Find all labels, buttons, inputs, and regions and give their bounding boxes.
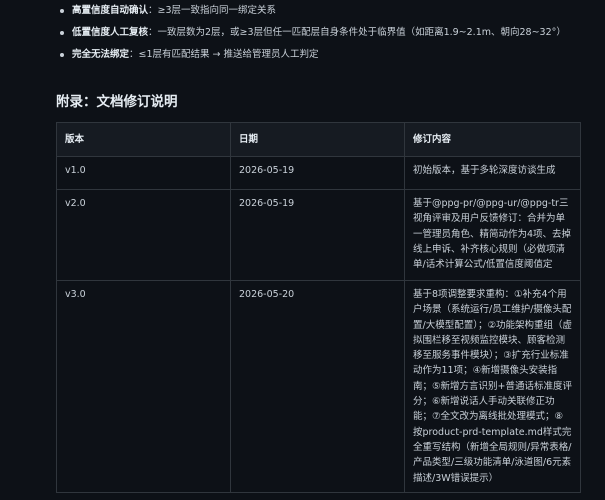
cell-text: 基于@ppg-pr/@ppg-ur/@ppg-tr三视角评审及用户反馈修订：合并… <box>413 198 572 271</box>
table-row: v3.0 2026-05-20 基于8项调整要求重构：①补充4个用户场景（系统运… <box>56 280 581 493</box>
header-content: 修订内容 <box>404 122 581 157</box>
header-date: 日期 <box>230 122 405 157</box>
bullet-dot <box>60 53 64 57</box>
cell-text: 2026-05-19 <box>239 165 295 176</box>
appendix-title: 附录：文档修订说明 <box>56 94 178 110</box>
cell-text: v1.0 <box>65 165 86 176</box>
revision-table: 版本 日期 修订内容 v1.0 2026-05-19 初始版本，基于多轮深度访谈… <box>56 122 581 493</box>
cell-version: v1.0 <box>56 156 231 190</box>
table-header-row: 版本 日期 修订内容 <box>56 122 581 157</box>
bullet-dot <box>60 9 64 13</box>
cell-text: 初始版本，基于多轮深度访谈生成 <box>413 165 556 176</box>
cell-date: 2026-05-19 <box>230 189 405 281</box>
cell-text: v3.0 <box>65 289 86 300</box>
table-row: v1.0 2026-05-19 初始版本，基于多轮深度访谈生成 <box>56 156 581 190</box>
document-page: 高置信度自动确认：≥3层一致指向同一绑定关系 低置信度人工复核：一致层数为2层，… <box>0 0 605 500</box>
cell-content: 基于@ppg-pr/@ppg-ur/@ppg-tr三视角评审及用户反馈修订：合并… <box>404 189 581 281</box>
cell-date: 2026-05-19 <box>230 156 405 190</box>
confidence-rules-list: 高置信度自动确认：≥3层一致指向同一绑定关系 低置信度人工复核：一致层数为2层，… <box>56 0 586 66</box>
cell-text: v2.0 <box>65 198 86 209</box>
cell-version: v3.0 <box>56 280 231 493</box>
list-item: 完全无法绑定：≤1层有匹配结果 → 推送给管理员人工判定 <box>56 44 586 66</box>
cell-text: 基于8项调整要求重构：①补充4个用户场景（系统运行/员工维护/摄像头配置/大模型… <box>413 289 572 484</box>
rule-text: ：≤1层有匹配结果 → 推送给管理员人工判定 <box>129 49 319 60</box>
list-item: 高置信度自动确认：≥3层一致指向同一绑定关系 <box>56 0 586 22</box>
cell-text: 2026-05-20 <box>239 289 295 300</box>
rule-text: ：≥3层一致指向同一绑定关系 <box>148 5 277 16</box>
bullet-dot <box>60 31 64 35</box>
cell-version: v2.0 <box>56 189 231 281</box>
header-version: 版本 <box>56 122 231 157</box>
cell-content: 初始版本，基于多轮深度访谈生成 <box>404 156 581 190</box>
rule-label: 完全无法绑定 <box>72 49 130 60</box>
rule-text: ：一致层数为2层，或≥3层但任一匹配层自身条件处于临界值（如距离1.9~2.1m… <box>148 27 566 38</box>
list-item: 低置信度人工复核：一致层数为2层，或≥3层但任一匹配层自身条件处于临界值（如距离… <box>56 22 586 44</box>
table-row: v2.0 2026-05-19 基于@ppg-pr/@ppg-ur/@ppg-t… <box>56 189 581 281</box>
cell-text: 2026-05-19 <box>239 198 295 209</box>
cell-date: 2026-05-20 <box>230 280 405 493</box>
rule-label: 低置信度人工复核 <box>72 27 149 38</box>
rule-label: 高置信度自动确认 <box>72 5 149 16</box>
cell-content: 基于8项调整要求重构：①补充4个用户场景（系统运行/员工维护/摄像头配置/大模型… <box>404 280 581 493</box>
